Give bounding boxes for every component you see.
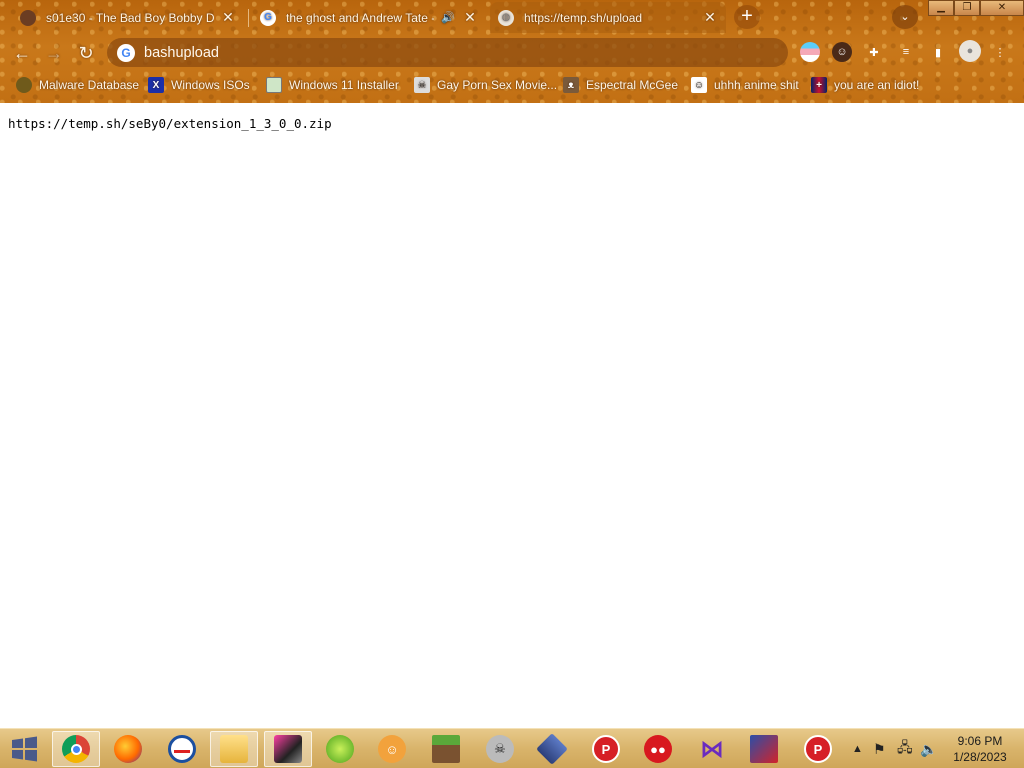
chrome-icon: [62, 735, 90, 763]
reading-list-icon[interactable]: ≡: [896, 42, 916, 62]
tab-close-icon[interactable]: ✕: [220, 9, 236, 26]
clock-time: 9:06 PM: [957, 734, 1003, 748]
bookmark-label: Gay Porn Sex Movie...: [437, 78, 558, 92]
menu-icon[interactable]: ⋮: [990, 42, 1010, 62]
clock-date: 1/28/2023: [953, 750, 1007, 764]
show-hidden-icons-button[interactable]: ▲: [852, 729, 863, 768]
taskbar-p-app[interactable]: P: [582, 731, 630, 767]
profile-icon[interactable]: ●: [959, 40, 981, 62]
bookmark-uhhh-anime-shit[interactable]: ☺ uhhh anime shit: [691, 76, 799, 94]
taskbar-green-app[interactable]: [316, 731, 364, 767]
tab-temp-sh-upload[interactable]: ◍ https://temp.sh/upload ✕: [490, 2, 726, 33]
bookmark-label: Windows ISOs: [171, 78, 250, 92]
anime-face-icon: ☺: [691, 77, 707, 93]
browser-chrome: s01e30 - The Bad Boy Bobby Dani ✕ G the …: [0, 0, 1024, 103]
browser-toolbar: ← → ↻ G bashupload ☺ ✚ ≡ ▮ ● ⋮: [0, 35, 1024, 70]
taskbar-file-explorer[interactable]: [210, 731, 258, 767]
bookmark-gay-porn-sex-movie[interactable]: ☠ Gay Porn Sex Movie...: [414, 76, 557, 94]
bookmark-label: uhhh anime shit: [714, 78, 799, 92]
taskbar-minecraft[interactable]: [422, 731, 470, 767]
close-window-button[interactable]: ✕: [980, 0, 1024, 16]
book-icon: [750, 735, 778, 763]
taskbar-book-app[interactable]: [740, 731, 788, 767]
bookmarks-bar: Malware Database X Windows ISOs Windows …: [0, 70, 1024, 100]
taskbar-p-app-2[interactable]: P: [794, 731, 842, 767]
forward-button[interactable]: →: [41, 40, 67, 66]
taskbar-chrome[interactable]: [52, 731, 100, 767]
action-center-flag-icon[interactable]: ⚑: [873, 729, 886, 768]
tab-search-button[interactable]: ⌄: [892, 5, 918, 29]
back-button[interactable]: ←: [9, 40, 35, 66]
taskbar-pink-app[interactable]: [264, 731, 312, 767]
skull-icon: ☠: [414, 77, 430, 93]
system-clock[interactable]: 9:06 PM 1/28/2023: [944, 733, 1016, 765]
avatar-icon: ☺: [378, 735, 406, 763]
tab-title: https://temp.sh/upload: [524, 10, 643, 25]
p-logo-icon: P: [804, 735, 832, 763]
visual-studio-icon: ⋈: [700, 735, 724, 763]
bookmark-label: Windows 11 Installer: [289, 78, 399, 92]
diamond-icon: [536, 733, 568, 765]
avatar-extension-icon[interactable]: ☺: [832, 42, 852, 62]
taskbar-visual-studio[interactable]: ⋈: [688, 731, 736, 767]
bookmark-espectral-mcgee[interactable]: ᴥ Espectral McGee: [563, 76, 678, 94]
bookmark-label: you are an idiot!: [834, 78, 920, 92]
image-icon: [266, 77, 282, 93]
bookmark-windows-11-installer[interactable]: Windows 11 Installer: [266, 76, 399, 94]
tab-close-icon[interactable]: ✕: [702, 9, 718, 26]
taskbar-firefox[interactable]: [104, 731, 152, 767]
grass-block-icon: [432, 735, 460, 763]
taskbar-diamond-app[interactable]: [528, 731, 576, 767]
page-content: https://temp.sh/seBy0/extension_1_3_0_0.…: [0, 103, 1024, 728]
google-icon: G: [117, 43, 135, 62]
taskbar-avatar-app[interactable]: ☺: [368, 731, 416, 767]
address-bar[interactable]: G bashupload: [107, 38, 788, 67]
person-avatar-icon: [20, 9, 36, 26]
taskbar-red-bird[interactable]: ●●: [634, 731, 682, 767]
puzzle-extensions-icon[interactable]: ✚: [864, 42, 884, 62]
windows-logo-icon: [12, 736, 37, 762]
bookmark-malware-database[interactable]: Malware Database: [16, 76, 139, 94]
new-tab-button[interactable]: +: [734, 5, 760, 29]
taskbar-skull-app[interactable]: ☠: [476, 731, 524, 767]
bookmark-label: Malware Database: [39, 78, 140, 92]
volume-icon[interactable]: 🔈: [920, 729, 937, 768]
tab-strip: s01e30 - The Bad Boy Bobby Dani ✕ G the …: [0, 0, 1024, 35]
media-icon: [274, 735, 302, 763]
audio-playing-icon[interactable]: 🔊: [440, 11, 456, 24]
red-bird-icon: ●●: [644, 735, 672, 763]
restore-button[interactable]: ❐: [954, 0, 980, 16]
flag-extension-icon[interactable]: [800, 42, 820, 62]
x-logo-icon: X: [148, 77, 164, 93]
start-button[interactable]: [4, 733, 44, 765]
reload-button[interactable]: ↻: [73, 40, 99, 66]
bookmark-label: Espectral McGee: [586, 78, 679, 92]
globe-icon: ◍: [498, 9, 514, 26]
upload-result-url[interactable]: https://temp.sh/seBy0/extension_1_3_0_0.…: [8, 116, 332, 131]
tab-title: s01e30 - The Bad Boy Bobby Dani: [46, 10, 214, 25]
folder-icon: [220, 735, 248, 763]
bookmark-windows-isos[interactable]: X Windows ISOs: [148, 76, 250, 94]
obama-logo-icon: [168, 735, 196, 763]
flag-icon: +: [811, 77, 827, 93]
address-bar-text[interactable]: bashupload: [144, 45, 219, 61]
windows-taskbar: ☺ ☠ P ●● ⋈ P ▲ ⚑ 🖧 🔈 9:06 PM 1/28/2023: [0, 728, 1024, 768]
bookmark-you-are-an-idiot[interactable]: + you are an idiot!: [811, 76, 919, 94]
skull-icon: ☠: [486, 735, 514, 763]
tab-ghost-andrew-tate[interactable]: G the ghost and Andrew Tate - 🔊 ✕: [252, 2, 486, 33]
taskbar-obama[interactable]: [158, 731, 206, 767]
tab-title: the ghost and Andrew Tate -: [286, 10, 434, 25]
side-panel-icon[interactable]: ▮: [928, 42, 948, 62]
minimize-button[interactable]: ▁: [928, 0, 954, 16]
green-circle-icon: [326, 735, 354, 763]
bug-icon: [16, 77, 32, 93]
tab-bobby-dani[interactable]: s01e30 - The Bad Boy Bobby Dani ✕: [12, 2, 244, 33]
network-icon[interactable]: 🖧: [897, 729, 913, 768]
cat-icon: ᴥ: [563, 77, 579, 93]
tab-close-icon[interactable]: ✕: [462, 9, 478, 26]
tab-separator: [248, 9, 249, 27]
google-icon: G: [260, 9, 276, 26]
p-logo-icon: P: [592, 735, 620, 763]
firefox-icon: [114, 735, 142, 763]
